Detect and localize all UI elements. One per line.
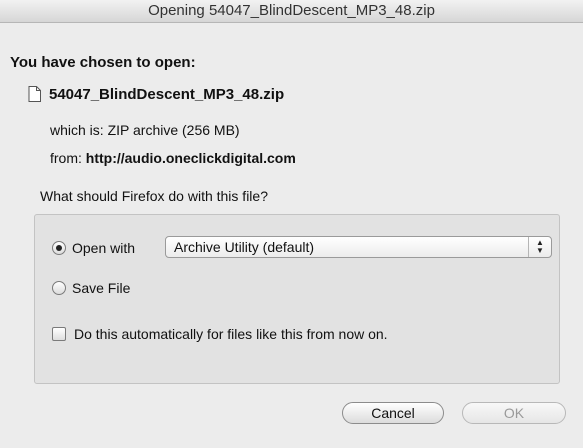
file-type-prefix: which is: xyxy=(50,122,104,138)
application-select-value[interactable]: Archive Utility (default) xyxy=(166,239,528,255)
open-with-option[interactable]: Open with xyxy=(52,240,135,256)
auto-action-option[interactable]: Do this automatically for files like thi… xyxy=(52,326,388,342)
save-file-label[interactable]: Save File xyxy=(72,280,130,296)
save-file-option[interactable]: Save File xyxy=(52,280,130,296)
action-question: What should Firefox do with this file? xyxy=(40,188,268,204)
file-type-value: ZIP archive (256 MB) xyxy=(107,122,240,138)
save-file-radio[interactable] xyxy=(52,281,66,295)
file-type-line: which is: ZIP archive (256 MB) xyxy=(50,122,240,138)
open-with-radio[interactable] xyxy=(52,241,66,255)
ok-button[interactable]: OK xyxy=(462,402,566,424)
application-select[interactable]: Archive Utility (default) ▲ ▼ xyxy=(165,236,552,258)
file-source-prefix: from: xyxy=(50,150,82,166)
auto-action-label[interactable]: Do this automatically for files like thi… xyxy=(74,326,388,342)
auto-action-checkbox[interactable] xyxy=(52,327,66,341)
file-source-line: from: http://audio.oneclickdigital.com xyxy=(50,150,296,166)
file-row: 54047_BlindDescent_MP3_48.zip xyxy=(28,84,284,104)
up-down-arrows-icon[interactable]: ▲ ▼ xyxy=(528,237,551,257)
window-title: Opening 54047_BlindDescent_MP3_48.zip xyxy=(0,0,583,23)
document-icon xyxy=(28,86,41,102)
dialog-heading: You have chosen to open: xyxy=(10,54,196,71)
file-source-url: http://audio.oneclickdigital.com xyxy=(85,150,296,166)
cancel-button[interactable]: Cancel xyxy=(342,402,444,424)
open-with-label[interactable]: Open with xyxy=(72,240,135,256)
download-dialog-window: Opening 54047_BlindDescent_MP3_48.zip Yo… xyxy=(0,0,583,448)
file-name: 54047_BlindDescent_MP3_48.zip xyxy=(49,85,285,103)
